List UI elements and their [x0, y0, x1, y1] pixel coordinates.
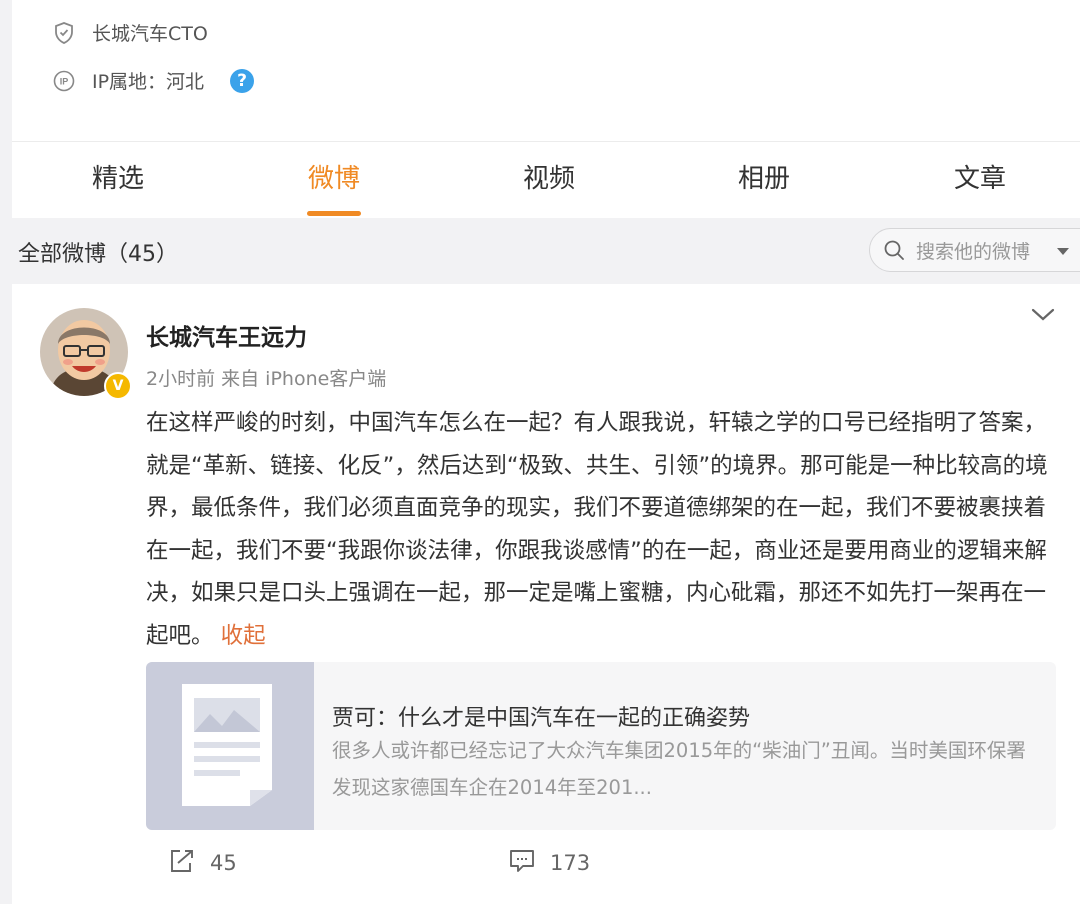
tab-album[interactable]: 相册 [689, 158, 839, 195]
repost-count: 45 [210, 851, 237, 875]
shield-icon [52, 21, 76, 45]
link-card[interactable]: 贾可：什么才是中国汽车在一起的正确姿势 很多人或许都已经忘记了大众汽车集团201… [146, 662, 1056, 830]
article-thumbnail-icon [146, 662, 314, 830]
svg-text:IP: IP [60, 76, 69, 86]
ip-location: IP属地：河北 [92, 71, 205, 93]
ip-location-row: IP IP属地：河北 ? [52, 67, 255, 94]
post-text: 在这样严峻的时刻，中国汽车怎么在一起？有人跟我说，轩辕之学的口号已经指明了答案，… [146, 410, 1048, 649]
search-icon [882, 238, 906, 262]
comment-icon [508, 848, 536, 878]
tab-article[interactable]: 文章 [905, 158, 1055, 195]
link-card-title: 贾可：什么才是中国汽车在一起的正确姿势 [332, 706, 751, 731]
link-card-description: 很多人或许都已经忘记了大众汽车集团2015年的“柴油门”丑闻。当时美国环保署发现… [332, 739, 1026, 799]
post-meta: 2小时前 来自 iPhone客户端 [146, 368, 387, 390]
ip-icon: IP [52, 69, 76, 93]
tab-featured[interactable]: 精选 [43, 158, 193, 195]
all-posts-filter[interactable]: 全部微博（45） [18, 236, 178, 268]
tabs-divider [12, 141, 1080, 142]
tab-video[interactable]: 视频 [474, 158, 624, 195]
collapse-link[interactable]: 收起 [221, 623, 266, 649]
search-input[interactable]: 搜索他的微博 [869, 228, 1080, 272]
tab-weibo[interactable]: 微博 [259, 158, 409, 195]
author-name[interactable]: 长城汽车王远力 [146, 318, 307, 352]
active-tab-indicator [307, 211, 361, 216]
repost-button[interactable]: 45 [168, 848, 237, 878]
profile-card: 长城汽车CTO IP IP属地：河北 ? 精选 微博 视频 相册 文章 [12, 0, 1080, 218]
help-icon[interactable]: ? [230, 68, 255, 93]
repost-icon [168, 848, 196, 878]
verified-badge-icon: V [104, 372, 132, 400]
post-content: 在这样严峻的时刻，中国汽车怎么在一起？有人跟我说，轩辕之学的口号已经指明了答案，… [146, 402, 1061, 657]
dropdown-caret-icon[interactable] [1056, 241, 1070, 260]
search-placeholder: 搜索他的微博 [916, 240, 1031, 263]
verified-title-row: 长城汽车CTO [52, 19, 208, 46]
comment-count: 173 [550, 851, 591, 875]
comment-button[interactable]: 173 [508, 848, 590, 878]
verified-title: 长城汽车CTO [92, 23, 208, 45]
post-card: V 长城汽车王远力 2小时前 来自 iPhone客户端 在这样严峻的时刻，中国汽… [12, 284, 1080, 904]
chevron-down-icon[interactable] [1030, 306, 1056, 324]
